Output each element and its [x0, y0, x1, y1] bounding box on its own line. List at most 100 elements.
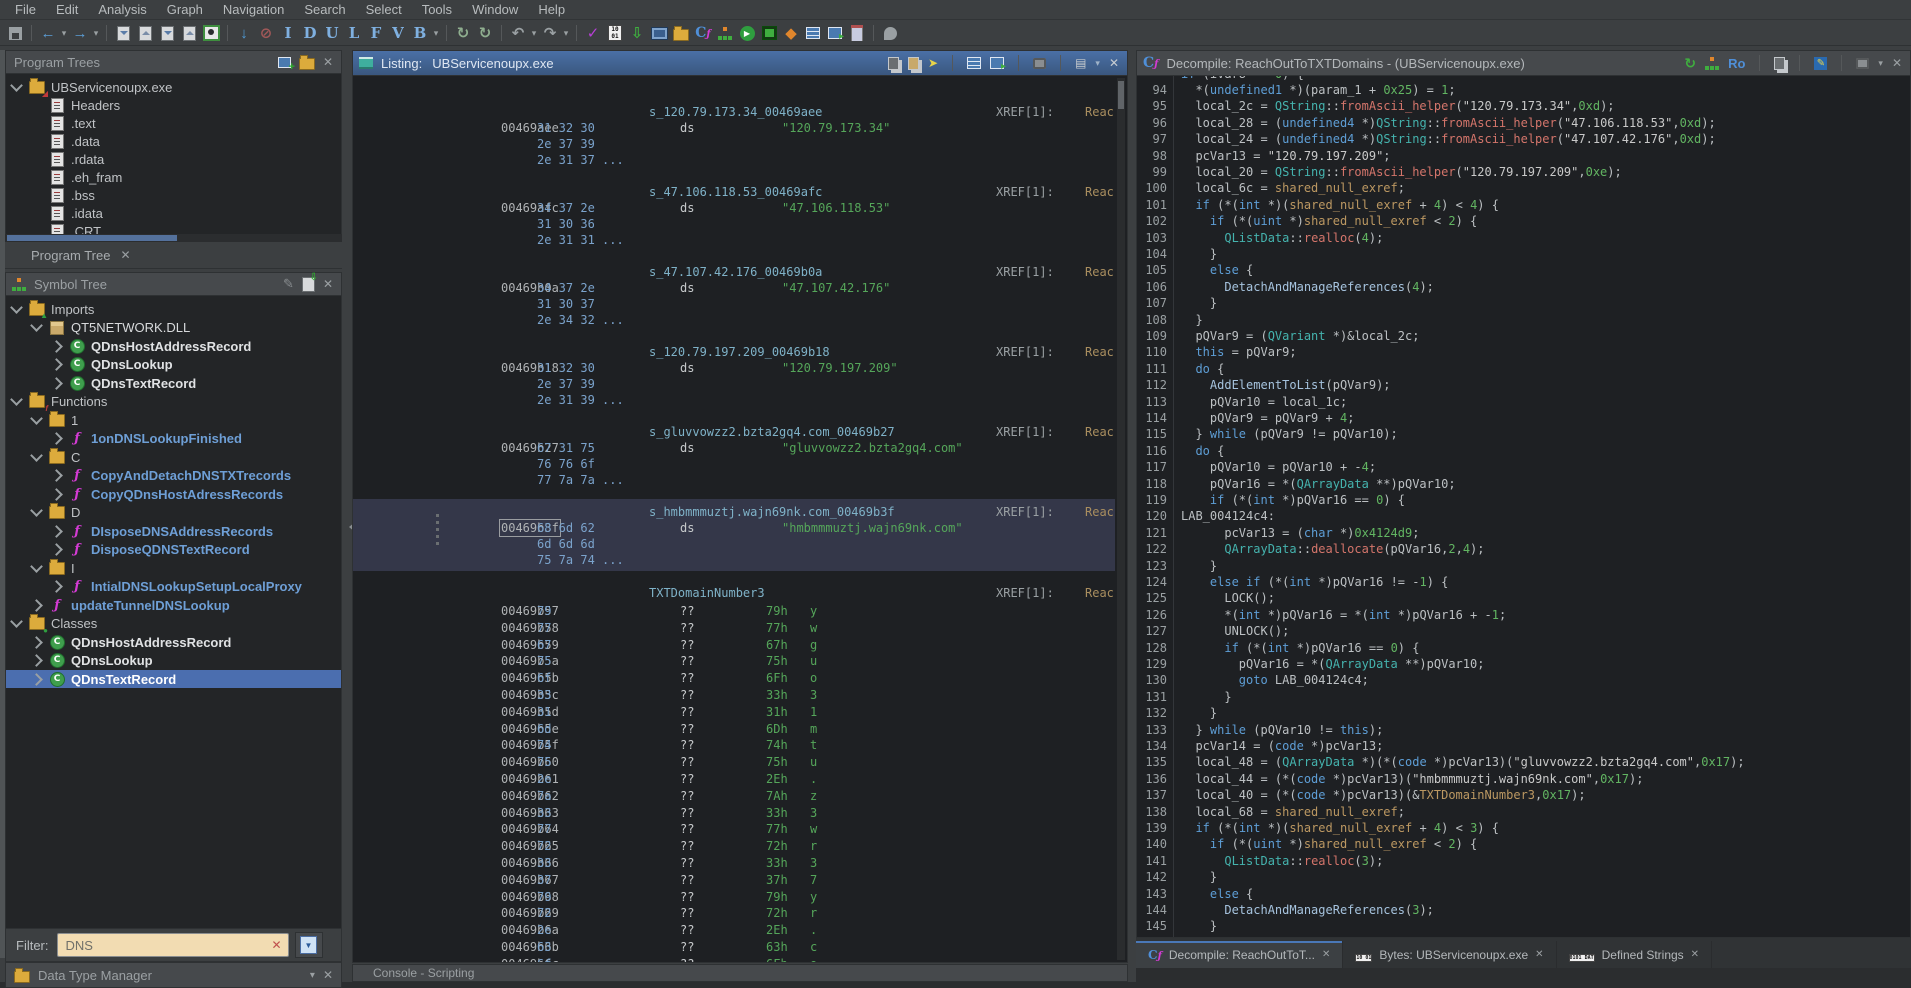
listing-value[interactable]: 79h	[766, 890, 788, 904]
listing-mnemonic[interactable]: ds	[680, 201, 694, 215]
listing-value[interactable]: 67h	[766, 638, 788, 652]
listing-undefined[interactable]: ??	[680, 671, 694, 685]
code-line[interactable]: 103 QListData::realloc(4);	[1137, 230, 1910, 246]
listing-undefined[interactable]: ??	[680, 755, 694, 769]
listing-undefined[interactable]: ??	[680, 638, 694, 652]
code-line[interactable]: 96 local_28 = (undefined4 *)QString::fro…	[1137, 115, 1910, 131]
xref-reference[interactable]: Reac	[1085, 345, 1114, 359]
processor-chip-icon[interactable]	[758, 23, 780, 43]
listing-bytes[interactable]: 77	[537, 621, 551, 635]
code-line[interactable]: 101 if (*(int *)(shared_null_exref + 4) …	[1137, 197, 1910, 213]
listing-undefined[interactable]: ??	[680, 789, 694, 803]
navigate-down-icon[interactable]: ↓	[233, 23, 255, 43]
xref-label[interactable]: XREF[1]:	[996, 505, 1054, 519]
datatype-folder-icon[interactable]	[670, 23, 692, 43]
hierarchy-icon[interactable]	[714, 23, 736, 43]
chevron-collapsed-icon[interactable]	[30, 673, 43, 686]
chevron-expanded-icon[interactable]	[30, 560, 43, 573]
memory-book-icon[interactable]: ▤	[1075, 56, 1086, 70]
menu-file[interactable]: File	[6, 1, 45, 18]
section-row[interactable]: .rdata	[6, 150, 341, 168]
listing-value[interactable]: 77h	[766, 621, 788, 635]
symbol-tree-row[interactable]: CQDnsLookup	[6, 356, 341, 374]
format-i-button[interactable]: I	[277, 23, 299, 43]
binary-view-icon[interactable]: 10 01	[604, 23, 626, 43]
symbol-tree-header[interactable]: Symbol Tree ✎ ✕	[5, 272, 342, 296]
symbol-tree-row[interactable]: CQDnsHostAddressRecord	[6, 633, 341, 651]
program-tree-tab[interactable]: Program Tree ✕	[5, 242, 342, 269]
splitter-handle[interactable]	[436, 514, 439, 546]
program-tree[interactable]: ◢UBServicenoupx.exeHeaders.text.data.rda…	[5, 74, 342, 234]
listing-label[interactable]: s_120.79.197.209_00469b18	[649, 345, 830, 359]
chevron-down-icon[interactable]: ▾	[310, 970, 315, 981]
close-icon[interactable]: ✕	[120, 248, 130, 262]
listing-bytes[interactable]: 2e 34 32 ...	[537, 313, 624, 327]
xref-label[interactable]: XREF[1]:	[996, 586, 1054, 600]
format-u-button[interactable]: U	[321, 23, 343, 43]
code-line[interactable]: 111 do {	[1137, 361, 1910, 377]
code-line[interactable]: 130 goto LAB_004124c4;	[1137, 672, 1910, 688]
edit-symbol-icon[interactable]: ✎	[283, 276, 294, 292]
listing-char[interactable]: 3	[810, 688, 817, 702]
listing-bytes[interactable]: 67 31 75	[537, 441, 595, 455]
listing-bytes[interactable]: 34 37 2e	[537, 201, 595, 215]
code-line[interactable]: 104 }	[1137, 246, 1910, 262]
close-icon[interactable]: ✕	[1109, 56, 1119, 70]
symbol-tree-row[interactable]: ▲Imports	[6, 300, 341, 318]
program-root-row[interactable]: ◢UBServicenoupx.exe	[6, 78, 341, 96]
listing-bytes[interactable]: 37	[537, 873, 551, 887]
chevron-collapsed-icon[interactable]	[30, 599, 43, 612]
data-type-manager-header[interactable]: Data Type Manager ▾ ✕	[5, 962, 342, 988]
listing-bytes[interactable]: 72	[537, 906, 551, 920]
memory-map-icon[interactable]	[846, 23, 868, 43]
chevron-down-icon[interactable]: ▾	[1095, 58, 1100, 69]
listing-bytes[interactable]: 31	[537, 705, 551, 719]
listing-value[interactable]: 37h	[766, 873, 788, 887]
forward-caret-icon[interactable]: ▾	[91, 23, 101, 43]
redo-caret-icon[interactable]: ▾	[561, 23, 571, 43]
listing-bytes[interactable]: 2e 31 31 ...	[537, 233, 624, 247]
program-trees-header[interactable]: Program Trees ✕	[5, 50, 342, 74]
listing-value[interactable]: 7Ah	[766, 789, 788, 803]
chevron-expanded-icon[interactable]	[30, 449, 43, 462]
listing-bytes[interactable]: 75	[537, 654, 551, 668]
xref-label[interactable]: XREF[1]:	[996, 265, 1054, 279]
xref-reference[interactable]: Reac	[1085, 586, 1114, 600]
listing-mnemonic[interactable]: ds	[680, 521, 694, 535]
chevron-collapsed-icon[interactable]	[50, 580, 63, 593]
listing-bytes[interactable]: 67	[537, 638, 551, 652]
xref-label[interactable]: XREF[1]:	[996, 345, 1054, 359]
listing-undefined[interactable]: ??	[680, 705, 694, 719]
listing-bytes[interactable]: 63	[537, 940, 551, 954]
section-row[interactable]: .text	[6, 114, 341, 132]
listing-char[interactable]: u	[810, 755, 817, 769]
code-line[interactable]: 142 }	[1137, 869, 1910, 885]
listing-value[interactable]: 72h	[766, 906, 788, 920]
listing-bytes[interactable]: 79	[537, 604, 551, 618]
xref-reference[interactable]: Reac	[1085, 105, 1114, 119]
listing-bytes[interactable]: 2e	[537, 923, 551, 937]
code-line[interactable]: 95 local_2c = QString::fromAscii_helper(…	[1137, 98, 1910, 114]
listing-scrollbar[interactable]	[1117, 78, 1125, 960]
listing-undefined[interactable]: ??	[680, 822, 694, 836]
listing-value[interactable]: 33h	[766, 806, 788, 820]
symbol-tree-row[interactable]: CQDnsTextRecord	[6, 374, 341, 392]
decompile-view[interactable]: if (iVar8 == 0) {94 *(undefined1 *)(para…	[1136, 76, 1911, 939]
symbol-tree-row[interactable]: 1	[6, 411, 341, 429]
close-icon[interactable]: ✕	[1535, 949, 1543, 960]
listing-undefined[interactable]: ??	[680, 806, 694, 820]
section-row[interactable]: .CRT	[6, 222, 341, 234]
close-icon[interactable]: ✕	[1322, 949, 1330, 960]
listing-bytes[interactable]: 2e 37 39	[537, 137, 595, 151]
listing-bytes[interactable]: 6f	[537, 957, 551, 963]
chevron-collapsed-icon[interactable]	[50, 525, 63, 538]
run-script-icon[interactable]: ▶	[736, 23, 758, 43]
code-line[interactable]: 136 local_44 = (*(code *)pcVar13)("hmbmm…	[1137, 771, 1910, 787]
listing-bytes[interactable]: 6f	[537, 671, 551, 685]
listing-value[interactable]: 74h	[766, 738, 788, 752]
chevron-expanded-icon[interactable]	[30, 504, 43, 517]
recycle-icon[interactable]: ↻	[452, 23, 474, 43]
listing-bytes[interactable]: 6d 6d 6d	[537, 537, 595, 551]
listing-bytes[interactable]: 68 6d 62	[537, 521, 595, 535]
chevron-expanded-icon[interactable]	[30, 319, 43, 332]
